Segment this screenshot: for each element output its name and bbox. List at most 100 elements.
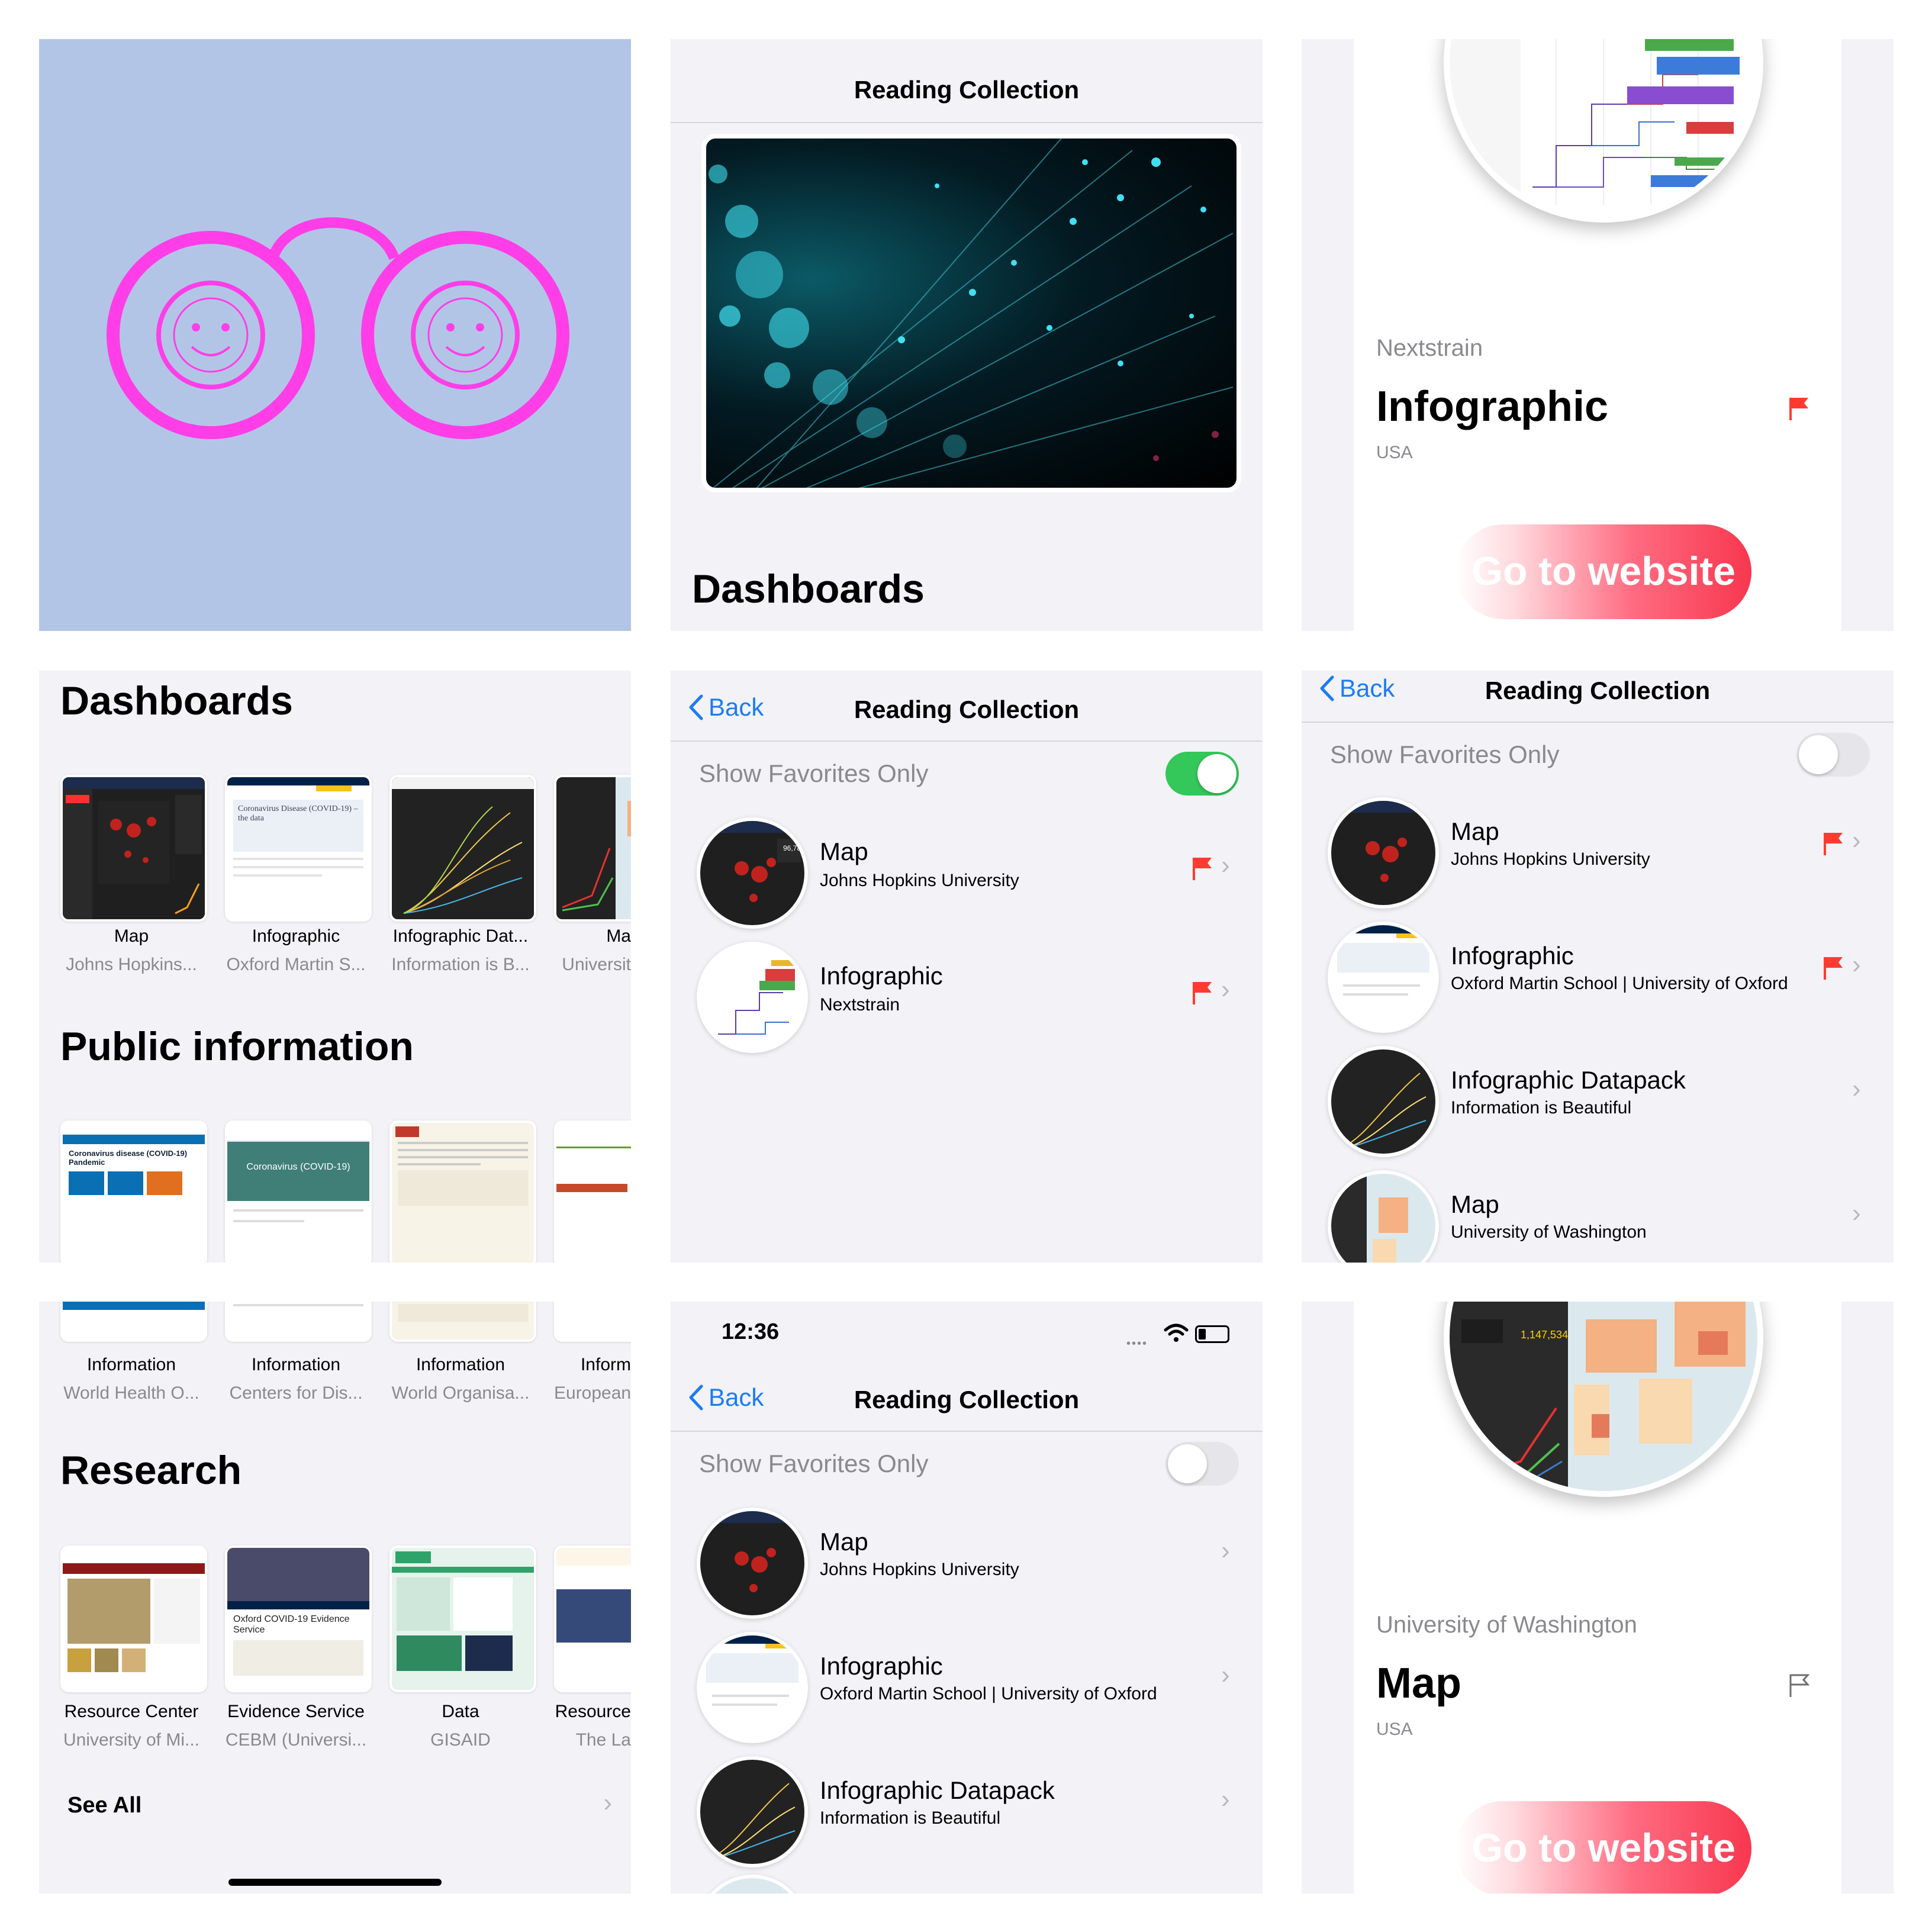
item-title: Infographic [1376, 383, 1608, 430]
signal-dots-icon: •••• [1126, 1337, 1148, 1350]
go-to-website-button[interactable]: Go to website [1456, 1801, 1751, 1894]
chevron-right-icon: › [1852, 950, 1861, 979]
cdc-thumb-banner: Coronavirus (COVID-19) [227, 1142, 369, 1201]
home-indicator[interactable] [228, 1879, 442, 1886]
section-heading-dashboards: Dashboards [692, 566, 925, 611]
go-to-website-button[interactable]: Go to website [1456, 524, 1751, 619]
row-title: Map [1451, 1190, 1499, 1218]
cebm-thumb-title: Oxford COVID-19 Evidence Service [233, 1614, 350, 1635]
thumb-cebm[interactable]: Oxford COVID-19 Evidence Service [225, 1545, 372, 1692]
favorites-toggle[interactable] [1165, 752, 1239, 796]
thumb-european-centre[interactable] [554, 1120, 631, 1263]
list-item[interactable]: Map Johns Hopkins University › [671, 1497, 1263, 1621]
datapack-thumbnail [392, 777, 534, 914]
thumb-who[interactable] [60, 1302, 207, 1342]
card-title: Information [86, 1355, 176, 1374]
list-item[interactable]: Infographic Nextstrain › [671, 931, 1263, 1055]
list-item[interactable]: 96,783 Map Johns Hopkins University › [671, 807, 1263, 931]
thumb-world-organisation[interactable] [389, 1302, 536, 1342]
oxford-avatar [697, 1632, 808, 1743]
see-all-button[interactable]: See All › [67, 1788, 612, 1834]
card-subtitle: University of Mi... [63, 1730, 200, 1750]
nextstrain-avatar [697, 942, 808, 1053]
show-favorites-label: Show Favorites Only [699, 1450, 929, 1477]
row-subtitle: Oxford Martin School | University of Oxf… [1451, 974, 1788, 993]
flag-filled-icon[interactable] [1192, 981, 1213, 1004]
row-title: Map [820, 1528, 868, 1556]
country: USA [1376, 1720, 1413, 1739]
nav-separator [671, 1431, 1263, 1432]
card-subtitle: Universit [562, 955, 631, 974]
card-subtitle: GISAID [430, 1730, 491, 1750]
thumb-oxford[interactable]: Coronavirus Disease (COVID-19) – the dat… [225, 775, 372, 922]
thumb-cidrap[interactable] [60, 1545, 207, 1692]
card-subtitle: CEBM (Universi... [225, 1730, 367, 1750]
favorites-on-panel: Back Reading Collection Show Favorites O… [671, 671, 1263, 1263]
row-title: Infographic [820, 1652, 943, 1680]
list-item[interactable]: Map University of Washington › [1302, 1160, 1894, 1263]
datapack-avatar [697, 1756, 808, 1867]
binoculars-smiley-logo [107, 217, 569, 439]
card-subtitle: Centers for Dis... [229, 1383, 363, 1403]
row-subtitle: Johns Hopkins University [1451, 849, 1650, 869]
row-subtitle: Information is Beautiful [820, 1808, 1001, 1828]
thumb-european-centre[interactable] [554, 1302, 631, 1342]
jhu-map-avatar [697, 1508, 808, 1619]
oxford-thumb-title: Coronavirus Disease (COVID-19) – the dat… [233, 800, 363, 852]
thumb-cdc[interactable]: Coronavirus (COVID-19) [225, 1120, 372, 1263]
favorites-toggle[interactable] [1796, 733, 1870, 777]
who-thumb-title: Coronavirus disease (COVID-19) Pandemic [69, 1149, 188, 1167]
chevron-right-icon: › [1221, 1536, 1230, 1565]
status-time: 12:36 [722, 1319, 780, 1344]
list-item[interactable]: Infographic Oxford Martin School | Unive… [1302, 911, 1894, 1035]
chevron-right-icon: › [1221, 1660, 1230, 1689]
jhu-map-avatar: 96,783 [697, 817, 808, 929]
row-subtitle: Oxford Martin School | University of Oxf… [820, 1684, 1157, 1704]
battery-icon [1195, 1325, 1229, 1343]
thumb-uw-map[interactable] [554, 775, 631, 922]
flag-filled-icon[interactable] [1788, 397, 1809, 420]
flag-filled-icon[interactable] [1822, 956, 1844, 980]
card-title: Infographic [252, 926, 340, 946]
favorites-toggle[interactable] [1165, 1442, 1239, 1486]
card-title: Resource Center [64, 1702, 199, 1721]
see-all-label: See All [67, 1793, 142, 1818]
thumb-cdc[interactable] [225, 1302, 372, 1342]
thumb-lancet[interactable] [554, 1545, 631, 1692]
nav-separator [671, 122, 1263, 123]
fiber-optics-illustration [709, 139, 1234, 488]
row-title: Infographic [820, 962, 943, 990]
thumb-infographic-datapack[interactable] [389, 775, 536, 922]
flag-filled-icon[interactable] [1822, 832, 1844, 855]
card-subtitle: The La [575, 1730, 631, 1750]
chevron-right-icon: › [1852, 1199, 1861, 1228]
row-subtitle: Johns Hopkins University [820, 1560, 1019, 1579]
row-title: Infographic Datapack [820, 1776, 1055, 1804]
jhu-map-avatar [1328, 797, 1439, 909]
card-subtitle: World Organisa... [391, 1383, 530, 1403]
list-item[interactable]: Infographic Datapack Information is Beau… [671, 1746, 1263, 1870]
flag-filled-icon[interactable] [1192, 856, 1213, 880]
thumb-gisaid[interactable] [389, 1545, 536, 1692]
hero-image[interactable] [701, 134, 1241, 492]
row-subtitle: Nextstrain [820, 995, 900, 1015]
flag-outline-icon[interactable] [1788, 1673, 1809, 1697]
datapack-avatar [1328, 1046, 1439, 1157]
nav-title: Reading Collection [854, 1386, 1080, 1413]
card-title: Resource [555, 1702, 631, 1721]
row-subtitle: Information is Beautiful [1451, 1098, 1632, 1118]
thumb-jhu-map[interactable] [60, 775, 207, 922]
card-title: Map [114, 926, 149, 946]
row-title: Map [1451, 817, 1499, 845]
list-item[interactable]: Map Johns Hopkins University › [1302, 787, 1894, 911]
favorites-off-panel: Back Reading Collection Show Favorites O… [1302, 671, 1894, 1263]
thumb-who[interactable]: Coronavirus disease (COVID-19) Pandemic [60, 1120, 207, 1263]
nav-title: Reading Collection [854, 76, 1080, 104]
row-title: Map [820, 838, 868, 865]
thumb-world-organisation[interactable] [389, 1120, 536, 1263]
show-favorites-label: Show Favorites Only [1330, 740, 1560, 768]
list-item[interactable]: Infographic Oxford Martin School | Unive… [671, 1621, 1263, 1746]
section-heading-research: Research [60, 1448, 242, 1493]
list-item[interactable]: Infographic Datapack Information is Beau… [1302, 1035, 1894, 1160]
iphone-list-panel: 12:36 •••• Back Reading Collection Show … [671, 1302, 1263, 1894]
